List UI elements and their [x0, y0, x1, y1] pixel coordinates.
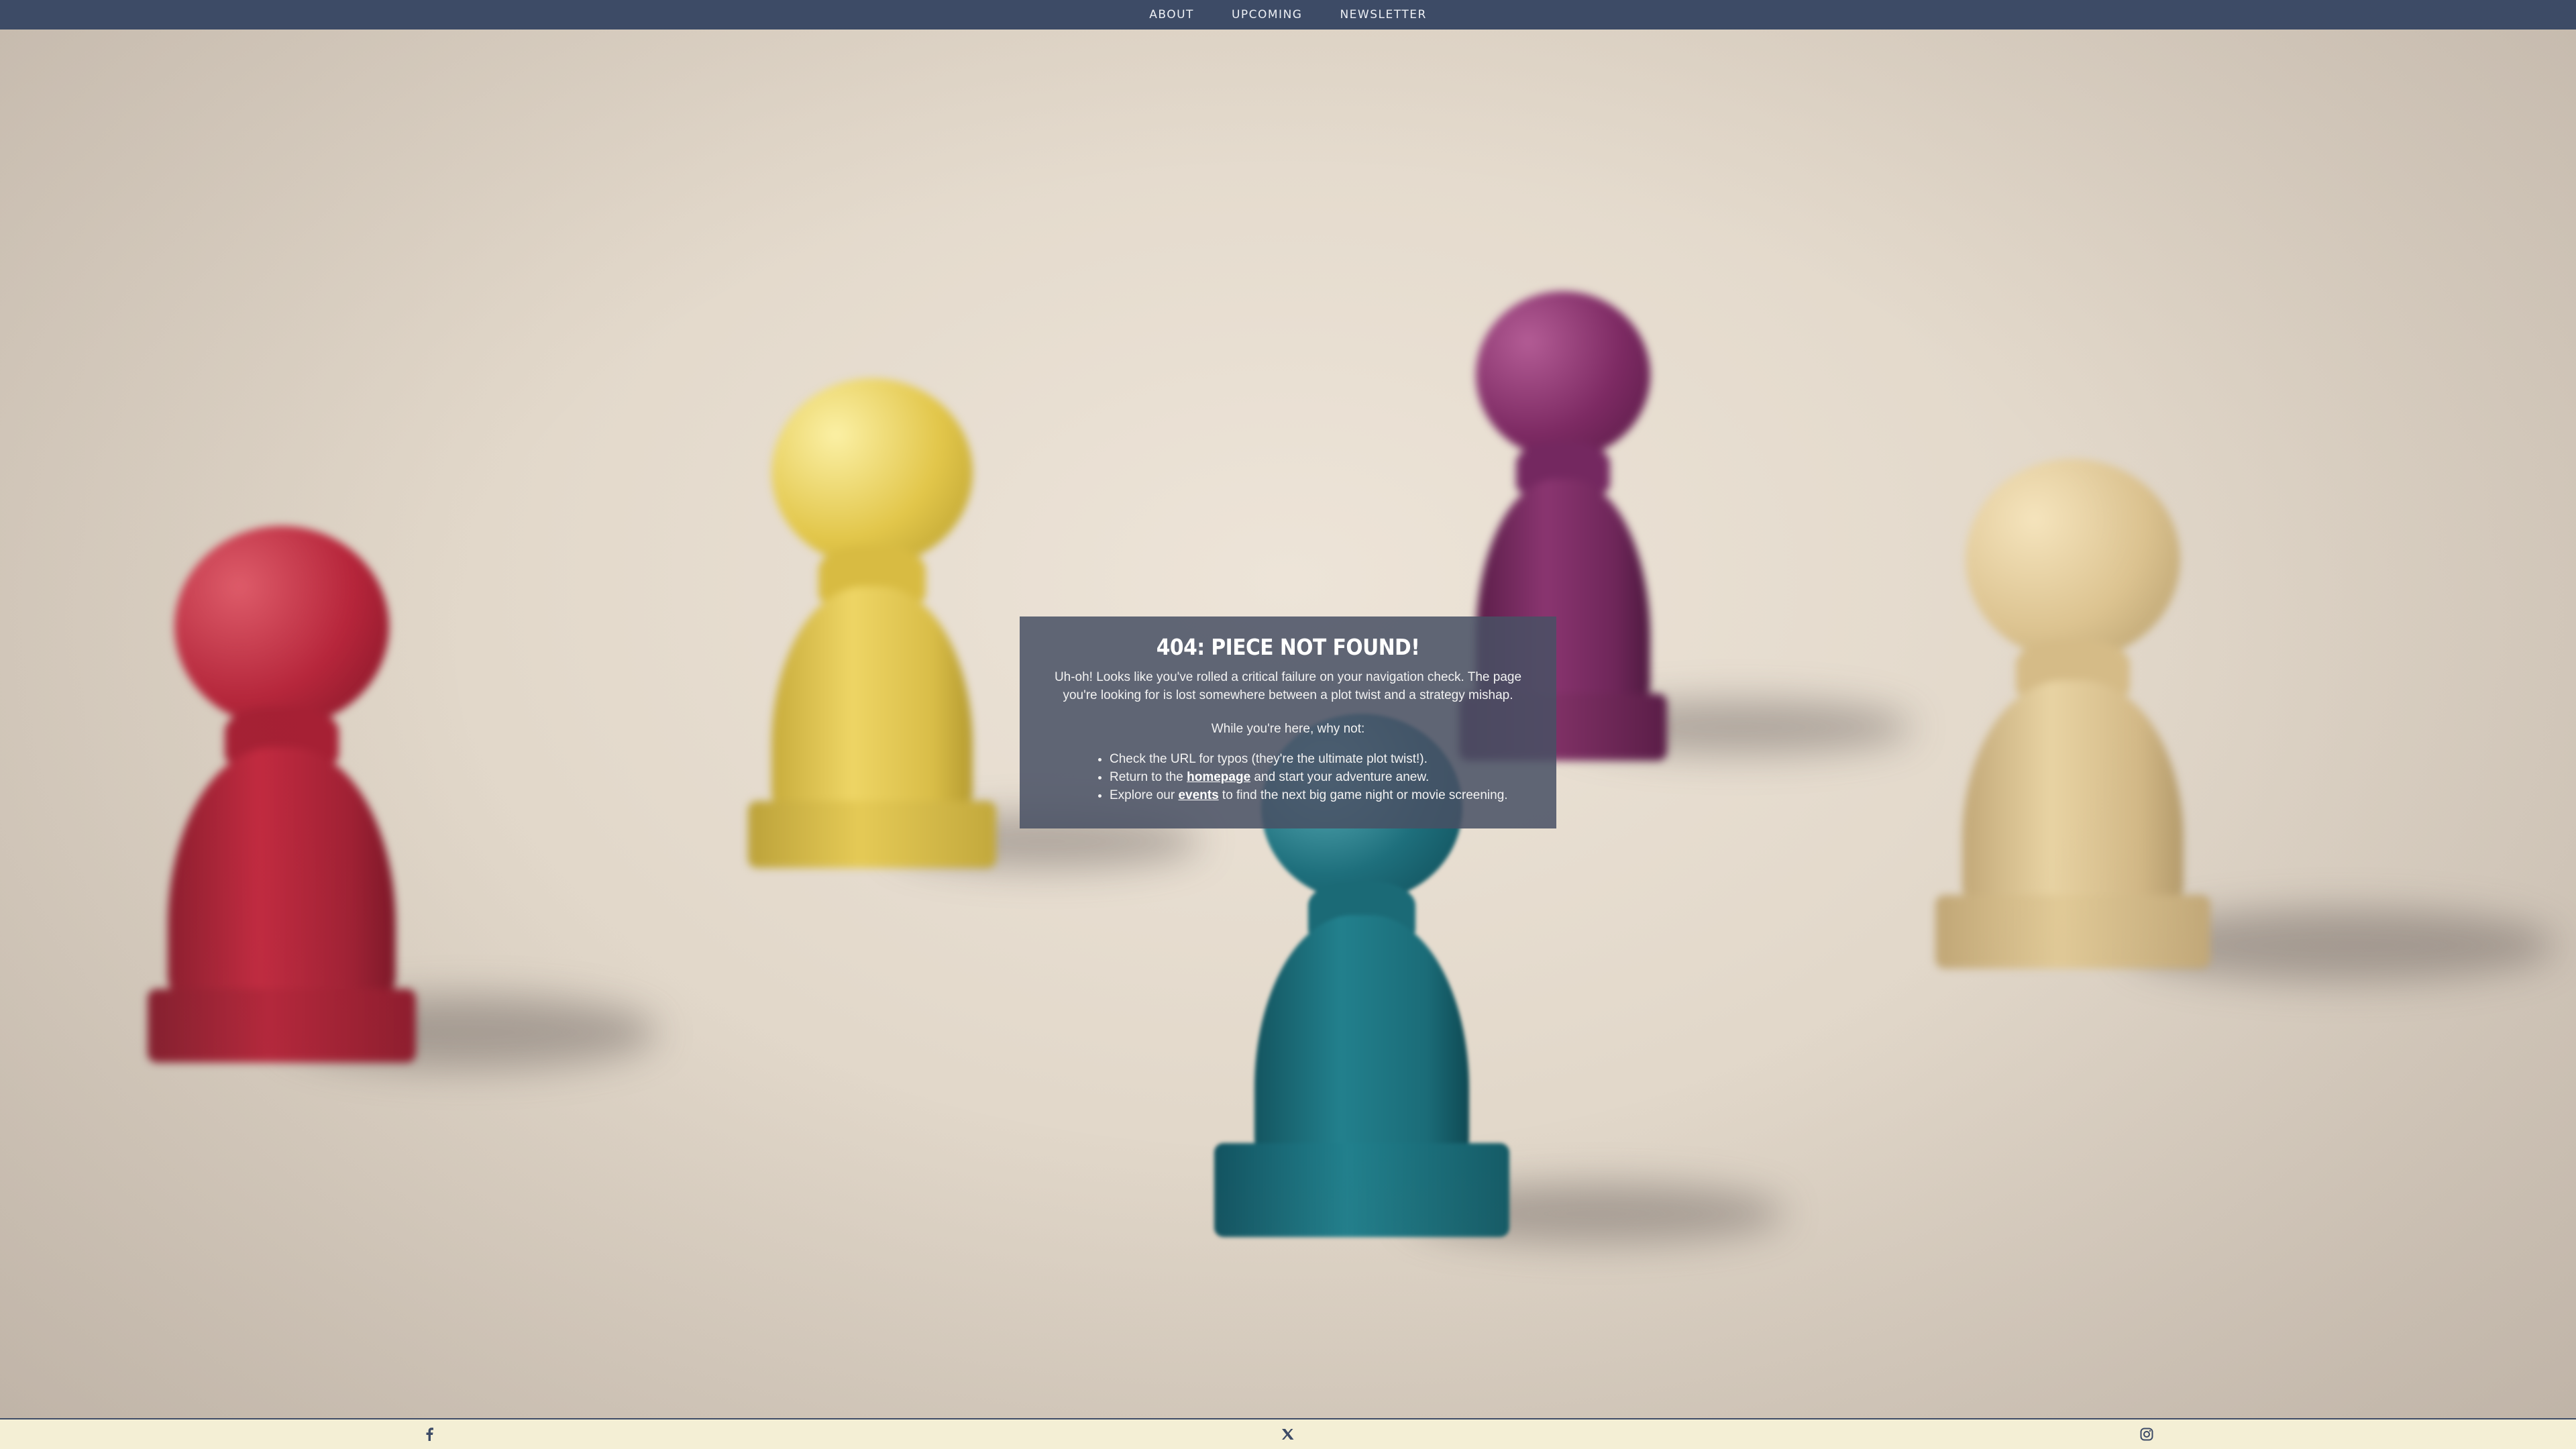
error-intro: Uh-oh! Looks like you've rolled a critic… — [1054, 670, 1522, 702]
instagram-icon[interactable] — [2133, 1424, 2160, 1444]
error-card: 404: PIECE NOT FOUND! Uh-oh! Looks like … — [1020, 616, 1556, 828]
facebook-icon[interactable] — [416, 1424, 443, 1444]
suggestion-homepage: Return to the homepage and start your ad… — [1110, 768, 1534, 786]
nav-link-about[interactable]: ABOUT — [1149, 8, 1194, 21]
nav-link-upcoming[interactable]: UPCOMING — [1232, 8, 1303, 21]
nav-link-newsletter[interactable]: NEWSLETTER — [1340, 8, 1426, 21]
suggestions-list: Check the URL for typos (they're the ult… — [1042, 750, 1534, 804]
suggestion-events: Explore our events to find the next big … — [1110, 786, 1534, 804]
events-link[interactable]: events — [1178, 788, 1218, 802]
error-title: 404: PIECE NOT FOUND! — [1156, 634, 1420, 660]
suggestions-prompt: While you're here, why not: — [1211, 722, 1365, 736]
social-footer — [0, 1418, 2576, 1449]
homepage-link[interactable]: homepage — [1187, 770, 1250, 784]
suggestion-check-url: Check the URL for typos (they're the ult… — [1110, 750, 1534, 768]
x-icon[interactable] — [1275, 1424, 1301, 1444]
top-nav: ABOUT UPCOMING NEWSLETTER — [0, 0, 2576, 30]
